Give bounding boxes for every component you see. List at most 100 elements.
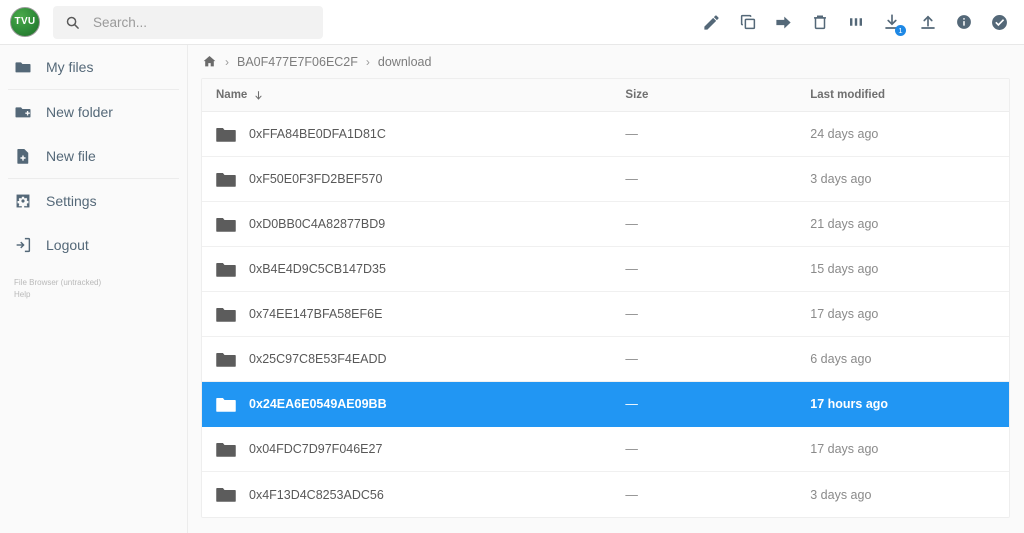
file-modified-cell: 24 days ago bbox=[810, 127, 879, 141]
file-name-label: 0x74EE147BFA58EF6E bbox=[249, 307, 383, 321]
folder-icon bbox=[216, 217, 236, 232]
file-name-cell: 0xB4E4D9C5CB147D35 bbox=[216, 261, 625, 278]
download-button[interactable]: 1 bbox=[881, 12, 906, 36]
sidebar-item-new-folder[interactable]: New folder bbox=[0, 90, 187, 134]
sidebar-item-label: Settings bbox=[46, 193, 97, 209]
table-row[interactable]: 0x25C97C8E53F4EADD — 6 days ago bbox=[202, 337, 1009, 382]
folder-icon bbox=[216, 172, 236, 187]
file-name-label: 0x4F13D4C8253ADC56 bbox=[249, 487, 384, 502]
check-circle-icon bbox=[992, 14, 1007, 30]
folder-icon bbox=[216, 442, 236, 457]
pencil-icon bbox=[704, 14, 719, 30]
header-actions: 1 bbox=[701, 12, 1010, 36]
file-browser-app: TVU Search... 1 My files New folder New … bbox=[0, 0, 1024, 533]
column-header-modified[interactable]: Last modified bbox=[810, 89, 1009, 101]
breadcrumb-item-1[interactable]: download bbox=[378, 55, 432, 69]
upload-button[interactable] bbox=[917, 12, 938, 33]
info-button[interactable] bbox=[953, 12, 974, 33]
sidebar-item-my-files[interactable]: My files bbox=[0, 45, 187, 89]
upload-icon bbox=[920, 15, 935, 29]
sidebar-item-logout[interactable]: Logout bbox=[0, 223, 187, 267]
file-modified-cell: 17 hours ago bbox=[810, 397, 889, 411]
folder-icon bbox=[216, 262, 236, 277]
breadcrumb-separator: › bbox=[225, 54, 229, 69]
table-row[interactable]: 0x4F13D4C8253ADC56 — 3 days ago bbox=[202, 472, 1009, 517]
sidebar-footer: File Browser (untracked) Help bbox=[14, 277, 101, 301]
file-name-label: 0x04FDC7D97F046E27 bbox=[249, 442, 383, 456]
folder-icon bbox=[15, 62, 31, 73]
trash-icon bbox=[813, 15, 826, 30]
folder-icon bbox=[216, 127, 236, 142]
file-list-body: 0xFFA84BE0DFA1D81C — 24 days ago 0xF50E0F3F… bbox=[202, 112, 1009, 517]
select-button[interactable] bbox=[989, 12, 1010, 33]
delete-button[interactable] bbox=[809, 12, 830, 33]
file-size-cell: — bbox=[625, 397, 638, 411]
file-name-cell: 0xD0BB0C4A82877BD9 bbox=[216, 216, 625, 233]
file-name-label: 0x25C97C8E53F4EADD bbox=[249, 352, 387, 366]
breadcrumb-separator: › bbox=[365, 54, 370, 69]
table-row[interactable]: 0xD0BB0C4A82877BD9 — 21 days ago bbox=[202, 202, 1009, 247]
app-version-label: File Browser (untracked) bbox=[14, 278, 102, 287]
sidebar-item-label: Logout bbox=[46, 237, 89, 253]
sidebar-item-label: My files bbox=[46, 59, 94, 75]
file-name-cell: 0x25C97C8E53F4EADD bbox=[216, 351, 625, 368]
info-circle-icon bbox=[956, 15, 971, 29]
home-icon[interactable] bbox=[202, 54, 217, 69]
file-modified-cell: 3 days ago bbox=[810, 487, 872, 502]
search-placeholder: Search... bbox=[93, 14, 148, 30]
file-name-cell: 0xF50E0F3FD2BEF570 bbox=[216, 171, 625, 188]
table-row[interactable]: 0xB4E4D9C5CB147D35 — 15 days ago bbox=[202, 247, 1009, 292]
file-modified-cell: 15 days ago bbox=[810, 262, 879, 276]
table-row[interactable]: 0x24EA6E0549AE09BB — 17 hours ago bbox=[202, 382, 1009, 427]
download-badge: 1 bbox=[895, 24, 906, 36]
main-content: › BA0F477E7F06EC2F › download Name Size … bbox=[188, 45, 1024, 533]
folder-icon bbox=[216, 397, 236, 412]
sidebar-item-label: New file bbox=[46, 148, 96, 164]
sidebar-item-new-file[interactable]: New file bbox=[0, 134, 187, 178]
file-name-cell: 0xFFA84BE0DFA1D81C bbox=[216, 126, 625, 143]
table-row[interactable]: 0x74EE147BFA58EF6E — 17 days ago bbox=[202, 292, 1009, 337]
file-modified-cell: 17 days ago bbox=[810, 442, 879, 456]
file-modified-cell: 17 days ago bbox=[810, 307, 879, 321]
search-icon bbox=[66, 16, 79, 29]
file-size-cell: — bbox=[625, 262, 638, 276]
column-header-name-label: Name bbox=[216, 89, 248, 101]
file-name-cell: 0x74EE147BFA58EF6E bbox=[216, 306, 625, 323]
file-name-label: 0x24EA6E0549AE09BB bbox=[249, 397, 387, 411]
move-button[interactable] bbox=[773, 12, 794, 33]
folder-plus-icon bbox=[15, 107, 31, 118]
column-header-size[interactable]: Size bbox=[625, 89, 810, 101]
file-modified-cell: 6 days ago bbox=[810, 352, 872, 366]
folder-icon bbox=[216, 307, 236, 322]
file-name-label: 0xFFA84BE0DFA1D81C bbox=[249, 127, 386, 141]
folder-icon bbox=[216, 488, 236, 502]
file-size-cell: — bbox=[625, 127, 638, 141]
file-plus-icon bbox=[17, 148, 29, 164]
arrow-down-icon bbox=[255, 90, 262, 100]
file-list: Name Size Last modified 0xFFA84BE0DFA1D8… bbox=[201, 78, 1010, 518]
table-row[interactable]: 0x04FDC7D97F046E27 — 17 days ago bbox=[202, 427, 1009, 472]
table-row[interactable]: 0xFFA84BE0DFA1D81C — 24 days ago bbox=[202, 112, 1009, 157]
table-row[interactable]: 0xF50E0F3FD2BEF570 — 3 days ago bbox=[202, 157, 1009, 202]
file-size-cell: — bbox=[625, 487, 638, 502]
file-name-cell: 0x04FDC7D97F046E27 bbox=[216, 441, 625, 458]
gear-icon bbox=[16, 194, 30, 208]
file-size-cell: — bbox=[625, 352, 638, 366]
logout-icon bbox=[16, 237, 31, 253]
help-link[interactable]: Help bbox=[14, 289, 101, 301]
file-modified-cell: 21 days ago bbox=[810, 217, 879, 231]
rename-button[interactable] bbox=[701, 12, 722, 33]
tvu-circle-logo[interactable]: TVU bbox=[10, 7, 40, 37]
copy-button[interactable] bbox=[737, 12, 758, 33]
sidebar-nav: My files New folder New file Settings Lo… bbox=[0, 45, 187, 267]
file-name-label: 0xB4E4D9C5CB147D35 bbox=[249, 262, 386, 276]
file-modified-cell: 3 days ago bbox=[810, 172, 872, 186]
column-header-name[interactable]: Name bbox=[216, 89, 625, 101]
top-header: TVU Search... 1 bbox=[0, 0, 1024, 45]
search-input[interactable]: Search... bbox=[53, 5, 323, 39]
sidebar-item-settings[interactable]: Settings bbox=[0, 179, 187, 223]
file-size-cell: — bbox=[625, 217, 638, 231]
breadcrumb-item-0[interactable]: BA0F477E7F06EC2F bbox=[237, 55, 358, 69]
file-list-header: Name Size Last modified bbox=[202, 79, 1009, 112]
view-button[interactable] bbox=[845, 12, 866, 33]
